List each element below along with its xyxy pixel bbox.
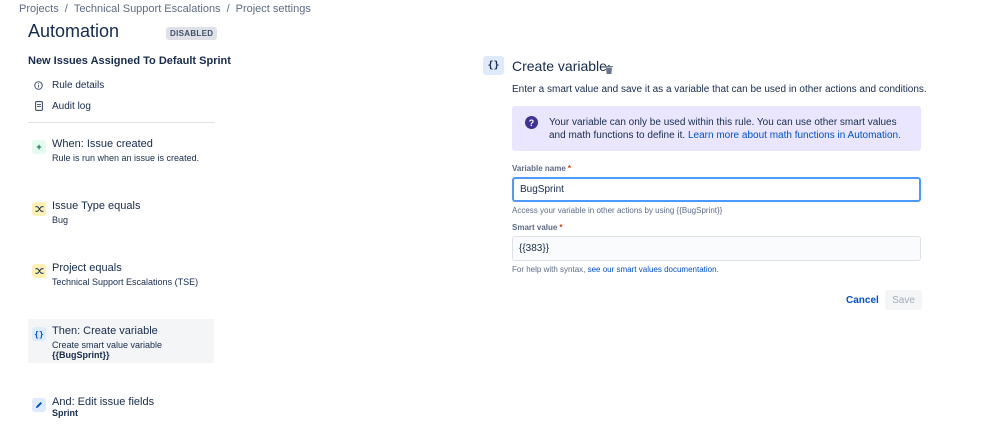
status-badge: DISABLED bbox=[166, 27, 218, 40]
panel-title: Create variable bbox=[512, 58, 607, 74]
shuffle-icon bbox=[32, 202, 46, 216]
breadcrumb-projects[interactable]: Projects bbox=[19, 3, 59, 15]
cancel-button[interactable]: Cancel bbox=[842, 291, 883, 310]
rule-details-label: Rule details bbox=[52, 79, 105, 91]
variable-name-label: Variable name * bbox=[512, 164, 571, 173]
smart-values-docs-link[interactable]: see our smart values documentation. bbox=[588, 265, 719, 274]
smart-value-input[interactable]: {{383}} bbox=[512, 236, 921, 261]
component-description: Rule is run when an issue is created. bbox=[52, 153, 200, 163]
divider bbox=[28, 122, 215, 123]
component-title: Project equals bbox=[52, 262, 122, 274]
rule-name: New Issues Assigned To Default Sprint bbox=[28, 55, 231, 67]
component-description: Technical Support Escalations (TSE) bbox=[52, 277, 199, 287]
info-panel: ? Your variable can only be used within … bbox=[512, 106, 921, 151]
breadcrumb: Projects / Technical Support Escalations… bbox=[19, 3, 311, 15]
component-title: Issue Type equals bbox=[52, 200, 141, 212]
question-icon: ? bbox=[525, 116, 538, 129]
smart-value-hint-text: For help with syntax, bbox=[512, 265, 586, 274]
pencil-icon bbox=[32, 398, 46, 412]
plus-icon: + bbox=[32, 140, 46, 154]
rule-details-link[interactable]: Rule details bbox=[34, 77, 104, 93]
info-text: Your variable can only be used within th… bbox=[549, 116, 909, 142]
breadcrumb-technical-support-escalations[interactable]: Technical Support Escalations bbox=[74, 3, 221, 15]
required-mark: * bbox=[567, 164, 571, 173]
required-mark: * bbox=[559, 223, 563, 232]
variable-name-hint: Access your variable in other actions by… bbox=[512, 206, 723, 215]
variable-name-label-text: Variable name bbox=[512, 164, 566, 173]
braces-icon: {} bbox=[32, 327, 46, 341]
document-icon bbox=[34, 101, 43, 111]
smart-value-label: Smart value * bbox=[512, 223, 562, 232]
component-field: Sprint bbox=[52, 408, 78, 418]
component-trigger-issue-created[interactable]: + When: Issue created Rule is run when a… bbox=[28, 132, 214, 169]
shuffle-icon bbox=[32, 264, 46, 278]
math-functions-link[interactable]: Learn more about math functions in Autom… bbox=[688, 130, 901, 141]
breadcrumb-separator: / bbox=[226, 3, 230, 15]
variable-name-input[interactable]: BugSprint bbox=[512, 177, 921, 202]
component-condition-issue-type[interactable]: Issue Type equals Bug bbox=[28, 194, 214, 231]
component-title: And: Edit issue fields bbox=[52, 396, 155, 408]
info-icon bbox=[34, 80, 43, 90]
component-title: When: Issue created bbox=[52, 138, 153, 150]
component-description: Create smart value variable bbox=[52, 340, 163, 350]
component-description: Bug bbox=[52, 215, 69, 225]
audit-log-link[interactable]: Audit log bbox=[34, 98, 91, 114]
component-action-create-variable[interactable]: {} Then: Create variable Create smart va… bbox=[28, 319, 214, 363]
page-title: Automation bbox=[28, 21, 120, 41]
component-variable-name: {{BugSprint}} bbox=[52, 350, 110, 360]
save-button[interactable]: Save bbox=[885, 290, 922, 310]
panel-description: Enter a smart value and save it as a var… bbox=[512, 84, 927, 95]
component-title: Then: Create variable bbox=[52, 325, 158, 337]
component-action-edit-issue-fields[interactable]: And: Edit issue fields Sprint bbox=[28, 390, 214, 424]
breadcrumb-separator: / bbox=[64, 3, 68, 15]
trash-icon[interactable] bbox=[605, 61, 613, 74]
braces-icon: {} bbox=[483, 56, 504, 75]
audit-log-label: Audit log bbox=[52, 100, 91, 112]
component-condition-project[interactable]: Project equals Technical Support Escalat… bbox=[28, 256, 214, 293]
breadcrumb-project-settings[interactable]: Project settings bbox=[236, 3, 311, 15]
smart-value-label-text: Smart value bbox=[512, 223, 558, 232]
smart-value-hint: For help with syntax, see our smart valu… bbox=[512, 265, 719, 274]
